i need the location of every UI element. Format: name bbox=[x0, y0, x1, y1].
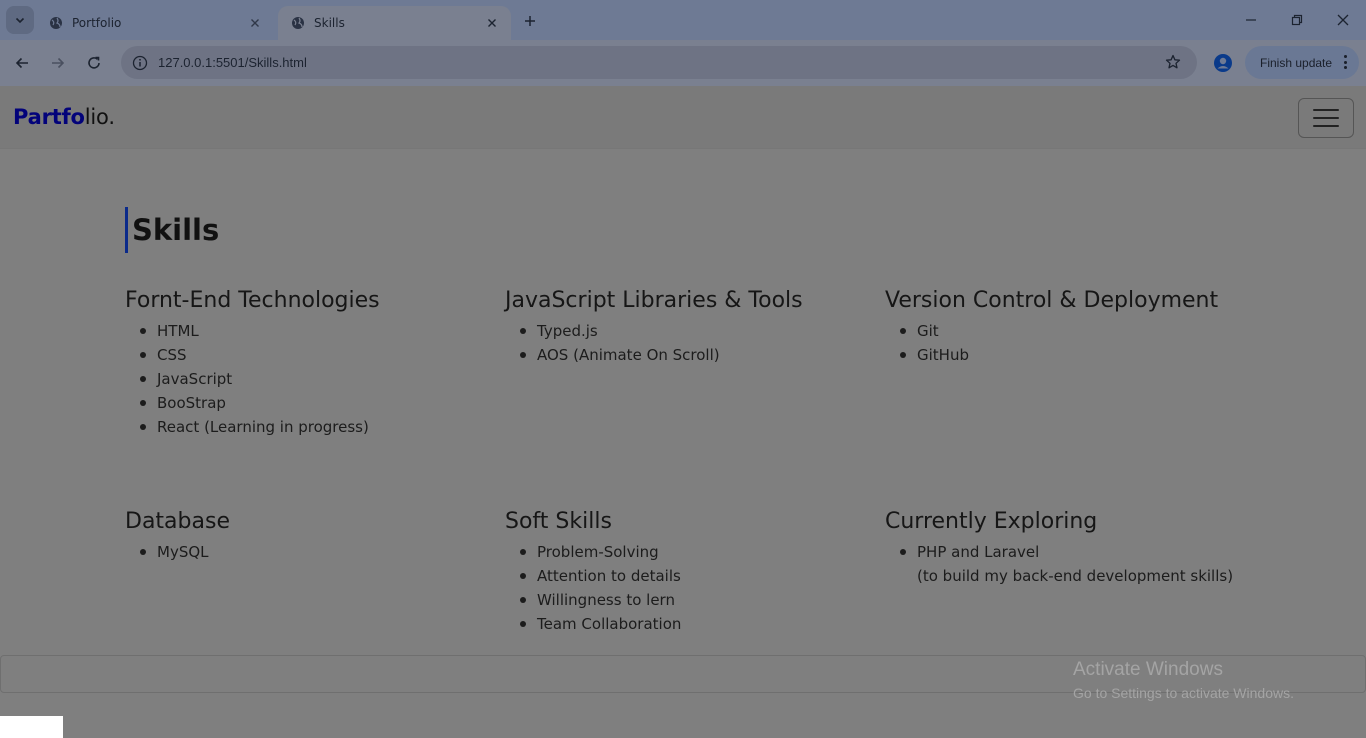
list-item: React (Learning in progress) bbox=[125, 415, 495, 439]
globe-icon bbox=[290, 15, 306, 31]
list-item: Willingness to lern bbox=[505, 588, 875, 612]
hamburger-icon-bar bbox=[1313, 125, 1339, 127]
skill-group-heading: Version Control & Deployment bbox=[885, 288, 1219, 313]
list-item: BooStrap bbox=[125, 391, 495, 415]
site-navbar: Partfolio. bbox=[0, 86, 1366, 149]
skill-group-heading: Database bbox=[125, 509, 230, 534]
list-item: AOS (Animate On Scroll) bbox=[505, 343, 875, 367]
minimize-button[interactable] bbox=[1228, 0, 1274, 40]
skill-group-heading: Soft Skills bbox=[505, 509, 612, 534]
site-info-icon[interactable] bbox=[129, 52, 151, 74]
skill-list: MySQL bbox=[125, 540, 495, 564]
skill-group-frontend: Fornt-End Technologies HTML CSS JavaScri… bbox=[125, 286, 495, 439]
back-button[interactable] bbox=[8, 49, 36, 77]
menu-toggle-button[interactable] bbox=[1298, 98, 1354, 138]
skill-list: Typed.js AOS (Animate On Scroll) bbox=[505, 319, 875, 367]
restore-button[interactable] bbox=[1274, 0, 1320, 40]
globe-icon bbox=[48, 15, 64, 31]
list-item: JavaScript bbox=[125, 367, 495, 391]
list-item: PHP and Laravel (to build my back-end de… bbox=[885, 540, 1255, 588]
tab-title: Skills bbox=[314, 16, 345, 30]
list-item: Team Collaboration bbox=[505, 612, 875, 636]
skill-list: HTML CSS JavaScript BooStrap React (Lear… bbox=[125, 319, 495, 439]
skill-group-soft-skills: Soft Skills Problem-Solving Attention to… bbox=[505, 507, 875, 636]
skill-group-database: Database MySQL bbox=[125, 507, 495, 564]
skill-list: Git GitHub bbox=[885, 319, 1255, 367]
list-item: Typed.js bbox=[505, 319, 875, 343]
white-block bbox=[0, 716, 63, 738]
skill-group-currently-exploring: Currently Exploring PHP and Laravel (to … bbox=[885, 507, 1255, 588]
restore-icon bbox=[1291, 14, 1303, 26]
arrow-right-icon bbox=[52, 57, 65, 69]
brand-bold-part: Partfo bbox=[13, 105, 85, 129]
bookmark-star-icon[interactable] bbox=[1163, 52, 1183, 72]
brand-rest-part: lio. bbox=[84, 105, 115, 129]
reload-icon bbox=[88, 56, 100, 69]
skill-group-heading: Currently Exploring bbox=[885, 509, 1098, 534]
hamburger-icon-bar bbox=[1313, 109, 1339, 111]
page-title: Skills bbox=[125, 207, 219, 253]
reload-button[interactable] bbox=[80, 49, 108, 77]
list-item: Problem-Solving bbox=[505, 540, 875, 564]
skill-group-heading: JavaScript Libraries & Tools bbox=[505, 288, 803, 313]
arrow-left-icon bbox=[15, 57, 28, 69]
chevron-down-icon bbox=[15, 17, 25, 24]
skill-group-js-libraries: JavaScript Libraries & Tools Typed.js AO… bbox=[505, 286, 875, 367]
browser-toolbar: 127.0.0.1:5501/Skills.html Finish update bbox=[0, 40, 1366, 86]
url-text: 127.0.0.1:5501/Skills.html bbox=[158, 55, 307, 70]
list-item: Git bbox=[885, 319, 1255, 343]
tab-search-button[interactable] bbox=[6, 6, 34, 34]
minimize-icon bbox=[1246, 19, 1256, 21]
watermark-subtitle: Go to Settings to activate Windows. bbox=[1073, 685, 1294, 701]
list-item: GitHub bbox=[885, 343, 1255, 367]
page-content: Partfolio. Skills Fornt-End Technologies… bbox=[0, 86, 1366, 738]
close-icon[interactable] bbox=[246, 14, 264, 32]
profile-button[interactable] bbox=[1210, 50, 1236, 76]
skill-group-heading: Fornt-End Technologies bbox=[125, 288, 380, 313]
new-tab-button[interactable] bbox=[518, 9, 542, 33]
close-icon[interactable] bbox=[483, 14, 501, 32]
list-item: Attention to details bbox=[505, 564, 875, 588]
plus-icon bbox=[525, 16, 535, 26]
browser-tab-bar: Portfolio Skills bbox=[0, 0, 1366, 40]
skill-list: PHP and Laravel (to build my back-end de… bbox=[885, 540, 1255, 588]
tab-title: Portfolio bbox=[72, 16, 122, 30]
watermark-title: Activate Windows bbox=[1073, 659, 1223, 680]
tab-portfolio[interactable]: Portfolio bbox=[36, 6, 274, 40]
address-bar[interactable]: 127.0.0.1:5501/Skills.html bbox=[121, 46, 1197, 79]
forward-button[interactable] bbox=[44, 49, 72, 77]
tab-skills[interactable]: Skills bbox=[278, 6, 511, 40]
activate-windows-watermark: Activate Windows Go to Settings to activ… bbox=[1073, 659, 1294, 701]
brand-logo[interactable]: Partfolio. bbox=[13, 105, 115, 129]
list-item: HTML bbox=[125, 319, 495, 343]
list-item: CSS bbox=[125, 343, 495, 367]
list-item: MySQL bbox=[125, 540, 495, 564]
skill-list: Problem-Solving Attention to details Wil… bbox=[505, 540, 875, 636]
close-window-button[interactable] bbox=[1320, 0, 1366, 40]
finish-update-label: Finish update bbox=[1260, 55, 1333, 70]
hamburger-icon-bar bbox=[1313, 117, 1339, 119]
avatar-icon bbox=[1214, 54, 1232, 72]
skill-group-version-control: Version Control & Deployment Git GitHub bbox=[885, 286, 1255, 367]
finish-update-button[interactable]: Finish update bbox=[1245, 46, 1359, 79]
more-menu-icon[interactable] bbox=[1343, 55, 1347, 69]
close-icon bbox=[1337, 14, 1349, 26]
